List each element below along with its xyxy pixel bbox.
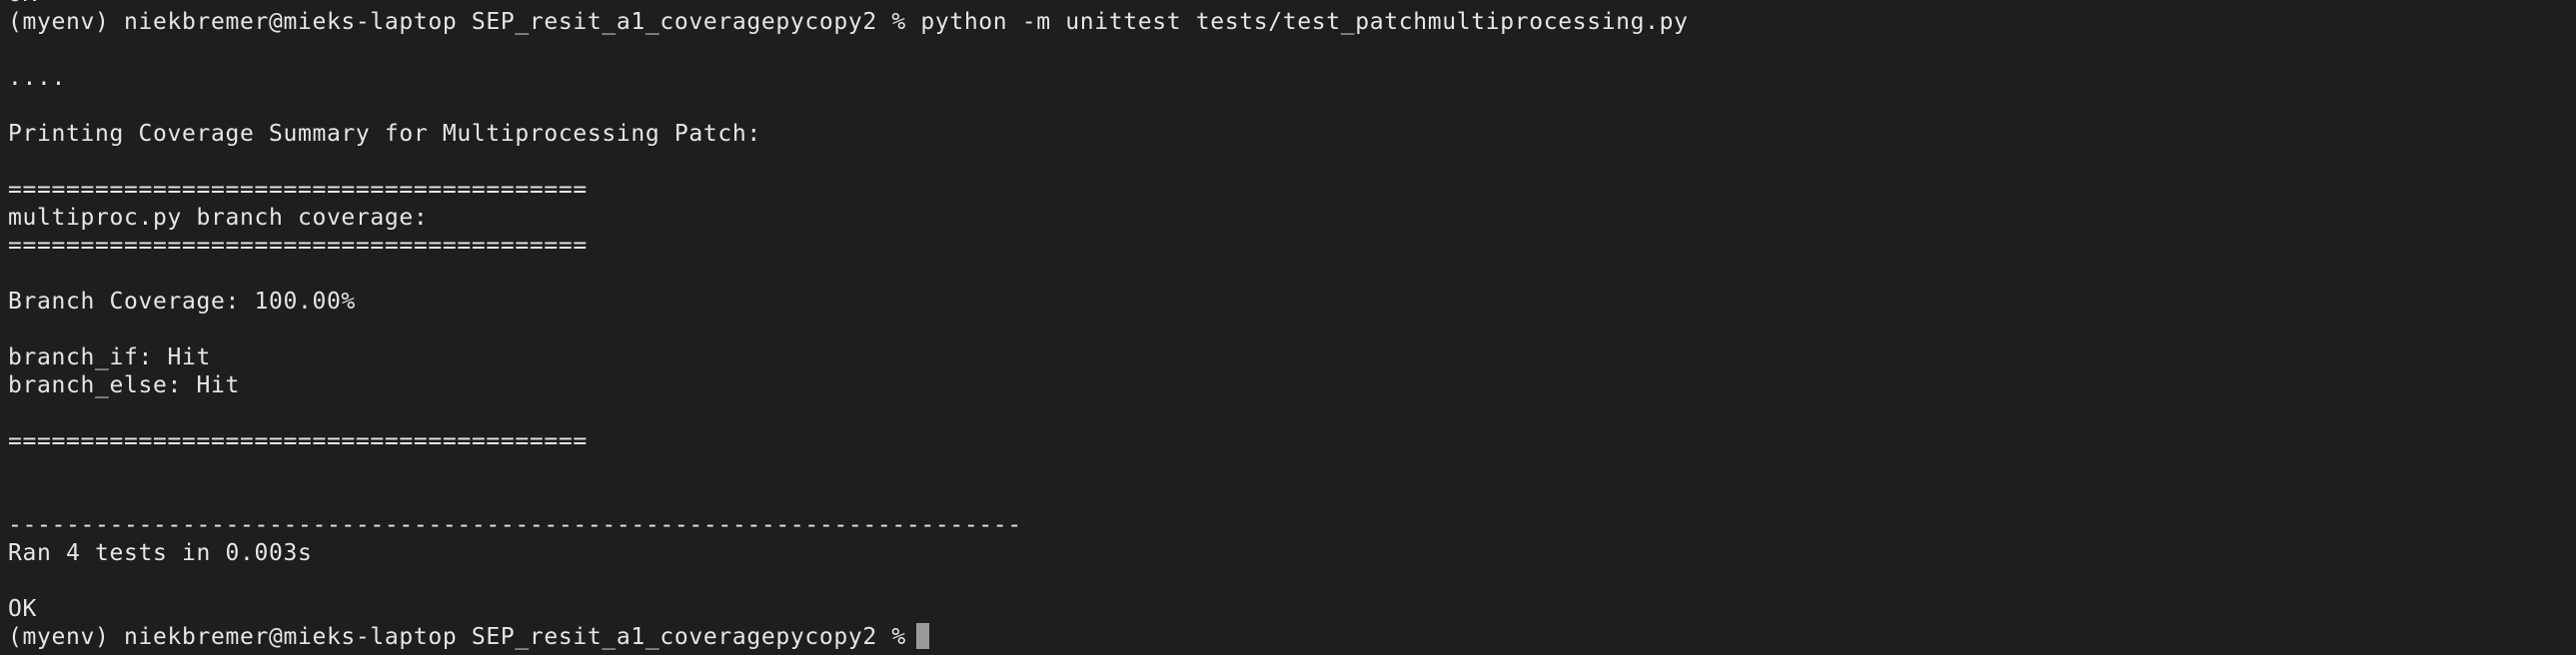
dash-separator-line: ----------------------------------------…: [8, 512, 1022, 538]
test-progress-dots: ....: [8, 65, 66, 91]
branch-if-status: branch_if: Hit: [8, 344, 211, 370]
separator-line: ========================================: [8, 428, 588, 454]
text-cursor: [915, 623, 929, 649]
tests-ran-summary: Ran 4 tests in 0.003s: [8, 540, 313, 566]
command-line: (myenv) niekbremer@mieks-laptop SEP_resi…: [8, 9, 1689, 35]
branch-else-status: branch_else: Hit: [8, 372, 240, 398]
terminal-window[interactable]: OK (myenv) niekbremer@mieks-laptop SEP_r…: [0, 0, 2576, 655]
test-result-status: OK: [8, 596, 37, 622]
shell-prompt: (myenv) niekbremer@mieks-laptop SEP_resi…: [8, 624, 906, 650]
coverage-summary-heading: Printing Coverage Summary for Multiproce…: [8, 121, 761, 147]
branch-coverage-value: Branch Coverage: 100.00%: [8, 289, 356, 315]
separator-line: ========================================: [8, 177, 588, 203]
partial-output-line: OK: [8, 0, 37, 8]
coverage-file-heading: multiproc.py branch coverage:: [8, 205, 429, 231]
prompt-line[interactable]: (myenv) niekbremer@mieks-laptop SEP_resi…: [8, 623, 929, 651]
separator-line: ========================================: [8, 233, 588, 259]
